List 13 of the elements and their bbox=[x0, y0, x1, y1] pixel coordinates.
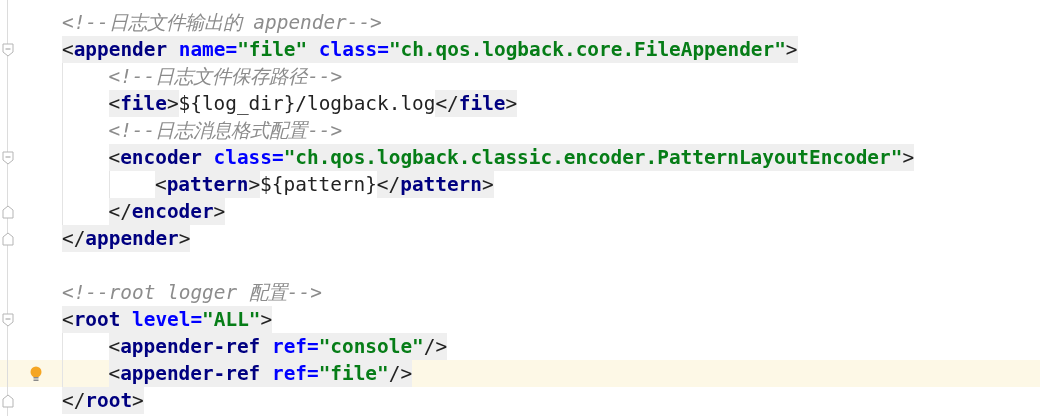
fold-marker-icon[interactable] bbox=[2, 231, 14, 246]
fold-marker-icon[interactable] bbox=[2, 42, 14, 57]
code-comment: <!--日志消息格式配置--> bbox=[108, 117, 343, 144]
code-line: <pattern>${pattern}</pattern> bbox=[155, 171, 494, 198]
code-comment: <!--root logger 配置--> bbox=[62, 279, 322, 306]
fold-marker-icon[interactable] bbox=[2, 393, 14, 408]
fold-marker-icon[interactable] bbox=[2, 312, 14, 327]
code-line: <file>${log_dir}/logback.log</file> bbox=[108, 90, 518, 117]
fold-marker-icon[interactable] bbox=[2, 150, 14, 165]
lightbulb-icon[interactable] bbox=[30, 365, 42, 382]
code-comment: <!--日志文件输出的 appender--> bbox=[62, 9, 382, 36]
code-comment: <!--日志文件保存路径--> bbox=[108, 63, 343, 90]
fold-marker-icon[interactable] bbox=[2, 204, 14, 219]
